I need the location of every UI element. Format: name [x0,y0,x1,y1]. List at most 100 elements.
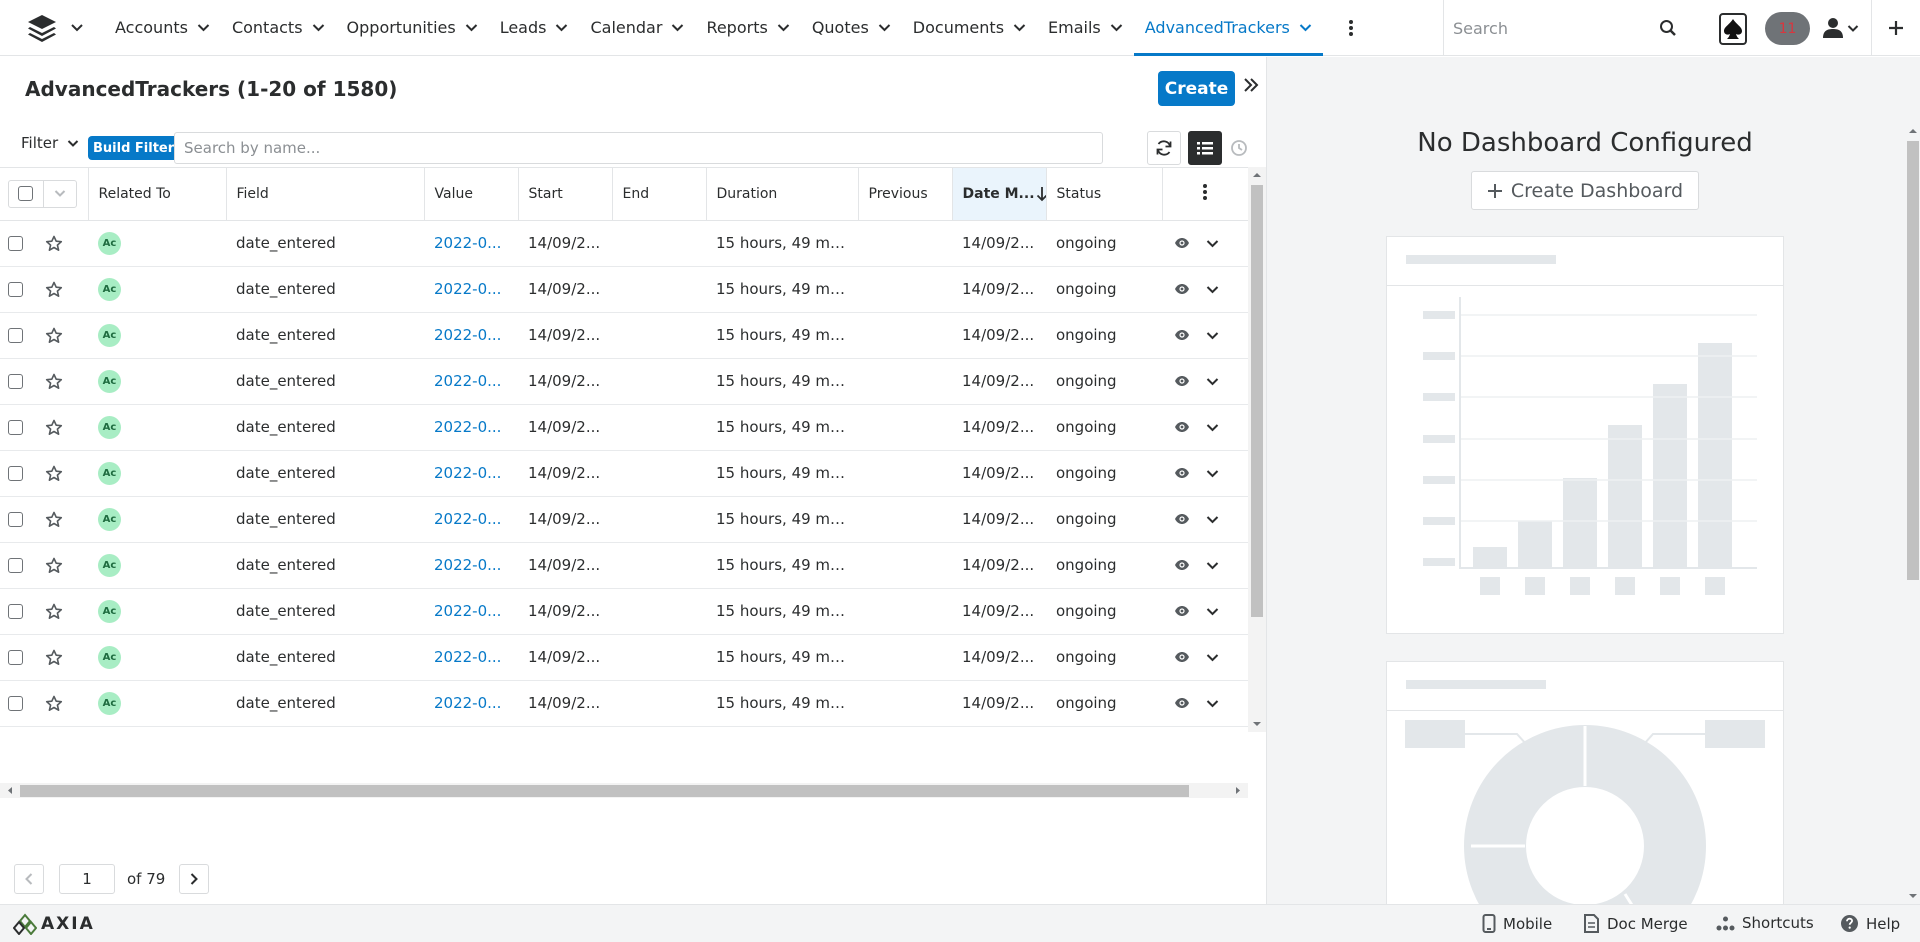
user-menu-button[interactable] [1822,14,1859,42]
star-icon[interactable] [45,373,63,390]
notifications-badge[interactable]: 11 [1765,12,1810,45]
table-vertical-scrollbar[interactable] [1248,167,1266,732]
row-checkbox[interactable] [8,419,23,435]
star-icon[interactable] [45,465,63,482]
row-checkbox[interactable] [8,511,23,527]
eye-icon[interactable] [1174,467,1190,479]
cell-value[interactable]: 2022-0... [424,358,518,405]
star-icon[interactable] [45,327,63,344]
quick-create-button[interactable] [1871,0,1920,56]
eye-icon[interactable] [1174,559,1190,571]
table-row[interactable]: Acdate_entered2022-0...14/09/2...15 hour… [0,588,1248,635]
dashboard-scroll-thumb[interactable] [1907,141,1919,580]
filter-dropdown[interactable]: Filter [21,134,79,152]
star-icon[interactable] [45,557,63,574]
cell-value[interactable]: 2022-0... [424,450,518,497]
row-checkbox[interactable] [8,695,23,711]
chevron-down-icon[interactable] [1206,377,1219,386]
cell-value[interactable]: 2022-0... [424,404,518,451]
nav-item-opportunities[interactable]: Opportunities [336,0,489,56]
scroll-down-arrow-icon[interactable] [1248,718,1266,730]
star-icon[interactable] [45,695,63,712]
nav-item-documents[interactable]: Documents [902,0,1037,56]
collapse-sidebar-button[interactable] [1242,75,1260,99]
table-row[interactable]: Acdate_entered2022-0...14/09/2...15 hour… [0,542,1248,589]
cell-value[interactable]: 2022-0... [424,726,518,732]
chevron-down-icon[interactable] [1206,469,1219,478]
star-icon[interactable] [45,281,63,298]
chevron-down-icon[interactable] [1206,285,1219,294]
chevron-down-icon[interactable] [1206,699,1219,708]
table-row[interactable]: Acdate_entered2022-0...14/09/2...15 hour… [0,634,1248,681]
nav-item-calendar[interactable]: Calendar [579,0,695,56]
build-filter-button[interactable]: Build Filter [88,136,180,160]
more-menu-button[interactable] [1323,0,1379,56]
previous-page-button[interactable] [14,864,44,894]
nav-item-emails[interactable]: Emails [1037,0,1134,56]
table-row[interactable]: Acdate_entered2022-0...14/09/2...15 hour… [0,404,1248,451]
chevron-down-icon[interactable] [1206,239,1219,248]
nav-item-reports[interactable]: Reports [695,0,800,56]
table-row[interactable]: Acdate_entered2022-0...14/09/2...15 hour… [0,450,1248,497]
related-to-avatar[interactable]: Ac [98,415,121,439]
related-to-avatar[interactable]: Ac [98,277,121,301]
select-all-checkbox[interactable] [9,180,43,208]
table-row[interactable]: Acdate_entered2022-0...14/09/2...15 hour… [0,266,1248,313]
eye-icon[interactable] [1174,697,1190,709]
star-icon[interactable] [45,603,63,620]
related-to-avatar[interactable]: Ac [98,231,121,255]
bulk-actions-dropdown[interactable] [42,179,77,208]
nav-item-contacts[interactable]: Contacts [221,0,336,56]
column-header-duration[interactable]: Duration [706,168,859,221]
row-checkbox[interactable] [8,373,23,389]
cell-value[interactable]: 2022-0... [424,588,518,635]
cell-value[interactable]: 2022-0... [424,220,518,267]
create-button[interactable]: Create [1158,71,1235,106]
cell-value[interactable]: 2022-0... [424,542,518,589]
chevron-down-icon[interactable] [1206,607,1219,616]
eye-icon[interactable] [1174,651,1190,663]
eye-icon[interactable] [1174,375,1190,387]
vertical-scroll-thumb[interactable] [1251,185,1263,617]
page-number-input[interactable]: 1 [59,864,115,894]
row-checkbox[interactable] [8,649,23,665]
dashboard-vertical-scrollbar[interactable] [1903,123,1920,904]
cell-value[interactable]: 2022-0... [424,266,518,313]
table-row[interactable]: Acdate_entered2022-0...14/09/2...15 hour… [0,358,1248,405]
cell-value[interactable]: 2022-0... [424,680,518,727]
footer-link-help[interactable]: Help [1840,914,1900,933]
scroll-up-arrow-icon[interactable] [1904,125,1920,137]
column-header-field[interactable]: Field [226,168,425,221]
row-checkbox[interactable] [8,465,23,481]
scroll-left-arrow-icon[interactable] [3,783,17,798]
related-to-avatar[interactable]: Ac [98,323,121,347]
eye-icon[interactable] [1174,237,1190,249]
quick-actions-button[interactable] [1719,13,1747,45]
footer-link-doc-merge[interactable]: Doc Merge [1583,914,1688,933]
related-to-avatar[interactable]: Ac [98,553,121,577]
column-header-related-to[interactable]: Related To [88,168,227,221]
nav-item-quotes[interactable]: Quotes [801,0,902,56]
table-row[interactable]: Acdate_entered2022-0...14/09/2...15 hour… [0,496,1248,543]
column-header-status[interactable]: Status [1046,168,1163,221]
column-header-previous[interactable]: Previous [858,168,953,221]
nav-item-advancedtrackers[interactable]: AdvancedTrackers [1133,0,1323,56]
related-to-avatar[interactable]: Ac [98,599,121,623]
table-row[interactable]: Acdate_entered2022-0...14/09/2...15 hour… [0,220,1248,267]
table-row[interactable]: Acdate_entered2022-0...14/09/2...15 hour… [0,680,1248,727]
create-dashboard-button[interactable]: Create Dashboard [1471,171,1699,210]
row-checkbox[interactable] [8,327,23,343]
column-header-date-modified[interactable]: Date M... [952,168,1047,221]
related-to-avatar[interactable]: Ac [98,645,121,669]
list-view-toggle[interactable] [1188,131,1222,165]
chevron-down-icon[interactable] [1206,423,1219,432]
column-chooser-header[interactable] [1162,168,1249,221]
cell-value[interactable]: 2022-0... [424,312,518,359]
row-checkbox[interactable] [8,557,23,573]
chevron-down-icon[interactable] [1206,653,1219,662]
star-icon[interactable] [45,419,63,436]
star-icon[interactable] [45,511,63,528]
table-row[interactable]: Acdate_entered2022-0...14/09/2...15 hour… [0,312,1248,359]
related-to-avatar[interactable]: Ac [98,369,121,393]
related-to-avatar[interactable]: Ac [98,507,121,531]
